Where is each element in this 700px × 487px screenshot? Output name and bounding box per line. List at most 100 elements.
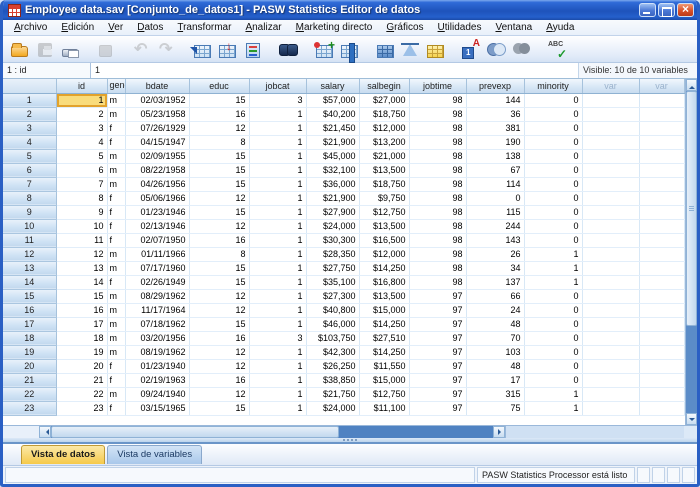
cell[interactable]: m [107, 387, 125, 401]
row-header-17[interactable]: 17 [3, 317, 56, 331]
row-header-14[interactable]: 14 [3, 275, 56, 289]
cell[interactable]: f [107, 233, 125, 247]
column-header-jobtime[interactable]: jobtime [409, 79, 466, 93]
cell[interactable]: m [107, 331, 125, 345]
cell[interactable]: $40,200 [306, 107, 359, 121]
grid-corner-cell[interactable] [3, 79, 56, 93]
cell[interactable]: $13,200 [359, 135, 409, 149]
cell[interactable]: $21,450 [306, 121, 359, 135]
row-header-7[interactable]: 7 [3, 177, 56, 191]
cell[interactable]: 1 [524, 387, 582, 401]
cell[interactable]: 17 [56, 317, 107, 331]
cell[interactable]: 3 [56, 121, 107, 135]
cell[interactable]: 0 [524, 219, 582, 233]
cell[interactable] [582, 289, 639, 303]
cell[interactable]: 36 [466, 107, 524, 121]
cell[interactable]: 1 [249, 373, 306, 387]
cell[interactable] [639, 317, 684, 331]
column-header-id[interactable]: id [56, 79, 107, 93]
split-file-button[interactable] [373, 38, 398, 61]
cell[interactable]: f [107, 191, 125, 205]
cell[interactable]: $45,000 [306, 149, 359, 163]
cell[interactable] [582, 303, 639, 317]
cell[interactable] [582, 345, 639, 359]
cell[interactable]: 1 [249, 163, 306, 177]
cell[interactable]: m [107, 289, 125, 303]
cell[interactable]: $103,750 [306, 331, 359, 345]
row-header-21[interactable]: 21 [3, 373, 56, 387]
row-header-1[interactable]: 1 [3, 93, 56, 107]
cell[interactable] [639, 233, 684, 247]
cell[interactable]: 0 [524, 303, 582, 317]
cell[interactable]: 04/26/1956 [125, 177, 189, 191]
cell[interactable]: 114 [466, 177, 524, 191]
cell[interactable] [582, 121, 639, 135]
cell[interactable] [639, 107, 684, 121]
cell[interactable]: 0 [524, 107, 582, 121]
cell[interactable]: $35,100 [306, 275, 359, 289]
cell[interactable] [582, 107, 639, 121]
cell[interactable]: 98 [409, 247, 466, 261]
cell[interactable]: 1 [249, 317, 306, 331]
cell[interactable]: 0 [524, 331, 582, 345]
cell[interactable] [582, 233, 639, 247]
cell[interactable]: 15 [189, 401, 249, 415]
cell[interactable]: $16,500 [359, 233, 409, 247]
cell[interactable]: 1 [249, 121, 306, 135]
cell[interactable]: 12 [189, 289, 249, 303]
cell[interactable]: $13,500 [359, 289, 409, 303]
cell[interactable]: 02/26/1949 [125, 275, 189, 289]
cell[interactable]: $28,350 [306, 247, 359, 261]
row-header-12[interactable]: 12 [3, 247, 56, 261]
vertical-scrollbar-track[interactable] [686, 326, 698, 413]
cell[interactable] [582, 275, 639, 289]
column-header-minority[interactable]: minority [524, 79, 582, 93]
cell[interactable]: 8 [189, 247, 249, 261]
cell[interactable]: m [107, 247, 125, 261]
cell[interactable]: 19 [56, 345, 107, 359]
row-header-22[interactable]: 22 [3, 387, 56, 401]
cell[interactable]: 0 [524, 233, 582, 247]
close-button[interactable] [677, 3, 694, 17]
cell[interactable]: f [107, 401, 125, 415]
cell[interactable]: 98 [409, 121, 466, 135]
cell[interactable]: 97 [409, 345, 466, 359]
cell[interactable]: 98 [409, 177, 466, 191]
cell[interactable]: $26,250 [306, 359, 359, 373]
cell[interactable]: 0 [524, 177, 582, 191]
cell[interactable]: $9,750 [359, 191, 409, 205]
cell[interactable]: $30,300 [306, 233, 359, 247]
cell[interactable]: 1 [249, 107, 306, 121]
row-header-16[interactable]: 16 [3, 303, 56, 317]
cell[interactable] [582, 191, 639, 205]
cell[interactable]: 10 [56, 219, 107, 233]
cell[interactable]: 02/09/1955 [125, 149, 189, 163]
cell[interactable]: $14,250 [359, 317, 409, 331]
cell[interactable]: 1 [249, 289, 306, 303]
cell[interactable] [639, 205, 684, 219]
menu-item-utilidades[interactable]: Utilidades [431, 21, 489, 34]
cell[interactable]: 138 [466, 149, 524, 163]
cell[interactable]: 1 [524, 247, 582, 261]
cell[interactable]: 08/19/1962 [125, 345, 189, 359]
column-header-salary[interactable]: salary [306, 79, 359, 93]
cell[interactable]: $27,510 [359, 331, 409, 345]
cell[interactable]: 0 [524, 317, 582, 331]
cell[interactable]: 315 [466, 387, 524, 401]
cell[interactable] [582, 373, 639, 387]
variables-button[interactable] [240, 38, 265, 61]
cell[interactable]: f [107, 219, 125, 233]
cell[interactable] [639, 219, 684, 233]
cell[interactable]: 01/23/1946 [125, 205, 189, 219]
cell[interactable]: $38,850 [306, 373, 359, 387]
goto-case-button[interactable] [190, 38, 215, 61]
column-header-bdate[interactable]: bdate [125, 79, 189, 93]
cell[interactable]: $15,000 [359, 373, 409, 387]
pane-splitter-handle[interactable] [3, 438, 697, 442]
horizontal-scrollbar-track[interactable] [339, 426, 493, 438]
column-header-var1[interactable]: var [582, 79, 639, 93]
menu-item-ventana[interactable]: Ventana [488, 21, 539, 34]
cell[interactable]: 16 [189, 331, 249, 345]
scroll-right-button[interactable] [493, 426, 505, 438]
cell[interactable]: 15 [56, 289, 107, 303]
